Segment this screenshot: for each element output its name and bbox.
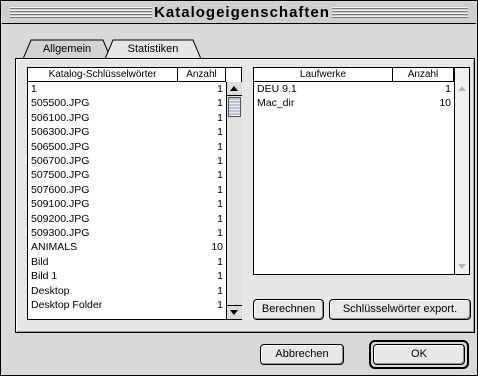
list-item[interactable]: Bild 1 [28, 256, 226, 269]
list-item[interactable]: 506500.JPG 1 [28, 141, 226, 154]
list-item[interactable]: DEU 9.1 1 [254, 83, 454, 96]
window-title: Katalogeigenschaften [152, 4, 332, 22]
drives-scrollbar[interactable] [454, 68, 469, 274]
list-item-name: 1 [31, 83, 37, 95]
list-item[interactable]: Desktop Folder 1 [28, 299, 226, 312]
scroll-up-arrow[interactable] [227, 82, 242, 96]
list-item-count: 1 [217, 111, 223, 124]
list-item-name: Desktop [31, 284, 70, 297]
tab-statistiken[interactable]: Statistiken [105, 39, 201, 59]
tab-allgemein[interactable]: Allgemein [23, 39, 111, 59]
list-item[interactable]: 506300.JPG 1 [28, 126, 226, 139]
list-item[interactable]: 11 [28, 83, 226, 96]
scroll-down-arrow[interactable] [227, 305, 242, 319]
list-item[interactable]: 506100.JPG 1 [28, 112, 226, 125]
list-item-name: 506300.JPG [31, 126, 90, 139]
arrow-up-icon [458, 86, 466, 91]
list-item-name: Mac_dir [257, 97, 295, 110]
list-item[interactable]: 509300.JPG 1 [28, 227, 226, 240]
column-header-drives[interactable]: Laufwerke [254, 68, 393, 81]
list-item-name: 509100.JPG [31, 198, 90, 211]
list-item[interactable]: 507500.JPG 1 [28, 169, 226, 182]
arrow-down-icon [230, 310, 238, 315]
keywords-scrollbar[interactable] [226, 82, 242, 319]
list-item-count: 1 [217, 284, 223, 297]
list-item-name: DEU 9.1 [257, 83, 297, 95]
scroll-thumb[interactable] [228, 97, 241, 117]
tab-panel-statistiken: Katalog-Schlüsselwörter Anzahl 1 1 505500.… [15, 58, 475, 333]
dialog-window: Katalogeigenschaften Allgemein Statistik… [0, 0, 478, 376]
drives-list-header: Laufwerke Anzahl [254, 68, 454, 82]
list-item-count: 1 [217, 183, 223, 196]
list-item[interactable]: Desktop 1 [28, 285, 226, 298]
tab-allgemein-label: Allgemein [42, 43, 92, 55]
list-item[interactable]: 505500.JPG 1 [28, 97, 226, 110]
drives-scroll-up-arrow[interactable] [455, 82, 469, 96]
list-item-name: 509300.JPG [31, 227, 90, 239]
list-item-count: 10 [439, 97, 451, 110]
drives-list[interactable]: Laufwerke Anzahl DEU 9.1 1 Mac_dir 10 [253, 67, 470, 275]
list-item-name: Desktop Folder [31, 299, 103, 311]
cancel-button[interactable]: Abbrechen [260, 344, 344, 365]
list-item-name: 506100.JPG [31, 111, 90, 124]
title-bar[interactable]: Katalogeigenschaften [2, 2, 476, 24]
tab-statistiken-label: Statistiken [127, 43, 179, 55]
title-stripes-left [10, 7, 152, 18]
arrow-up-icon [230, 86, 238, 91]
column-header-keywords[interactable]: Katalog-Schlüsselwörter [28, 68, 178, 81]
list-item-name: Bild 1 [31, 270, 58, 283]
list-item[interactable]: 509200.JPG 1 [28, 213, 226, 226]
list-item-count: 1 [217, 140, 223, 153]
list-item[interactable]: Bild 1 1 [28, 270, 226, 283]
list-item-count: 1 [217, 270, 223, 283]
export-keywords-button[interactable]: Schlüsselwörter export. [329, 299, 471, 320]
list-item-count: 1 [217, 97, 223, 110]
title-stripes-right [332, 7, 468, 18]
list-item-count: 1 [217, 169, 223, 182]
list-item-count: 1 [217, 212, 223, 225]
list-item-count: 1 [217, 126, 223, 139]
list-item-count: 1 [217, 255, 223, 268]
keywords-list[interactable]: Katalog-Schlüsselwörter Anzahl 1 1 505500.… [27, 67, 242, 320]
keywords-list-header: Katalog-Schlüsselwörter Anzahl [28, 68, 226, 82]
list-item-name: 507500.JPG [31, 169, 90, 182]
list-item[interactable]: 507600.JPG 1 [28, 184, 226, 197]
list-item-count: 1 [217, 198, 223, 211]
list-item-count: 1 [217, 83, 223, 95]
list-item-name: 506500.JPG [31, 140, 90, 153]
list-item-name: ANIMALS [31, 241, 78, 254]
list-item[interactable]: ANIMALS 10 [28, 241, 226, 254]
column-header-drives-count[interactable]: Anzahl [393, 68, 454, 81]
calculate-button[interactable]: Berechnen [253, 299, 324, 320]
list-item-name: Bild [31, 255, 49, 268]
arrow-down-icon [458, 264, 466, 269]
list-item-count: 10 [211, 241, 223, 254]
list-item-name: 509200.JPG [31, 212, 90, 225]
list-item-count: 1 [445, 83, 451, 95]
list-item[interactable]: 506700.JPG 1 [28, 155, 226, 168]
list-item[interactable]: Mac_dir 10 [254, 97, 454, 110]
list-item-count: 1 [217, 155, 223, 167]
list-item-count: 1 [217, 299, 223, 311]
list-item-name: 505500.JPG [31, 97, 90, 110]
list-item-count: 1 [217, 227, 223, 239]
list-item-name: 506700.JPG [31, 155, 90, 167]
column-header-count[interactable]: Anzahl [178, 68, 226, 81]
list-item-name: 507600.JPG [31, 183, 90, 196]
ok-button[interactable]: OK [373, 344, 465, 365]
drives-scroll-down-arrow[interactable] [455, 260, 469, 274]
list-item[interactable]: 509100.JPG 1 [28, 198, 226, 211]
